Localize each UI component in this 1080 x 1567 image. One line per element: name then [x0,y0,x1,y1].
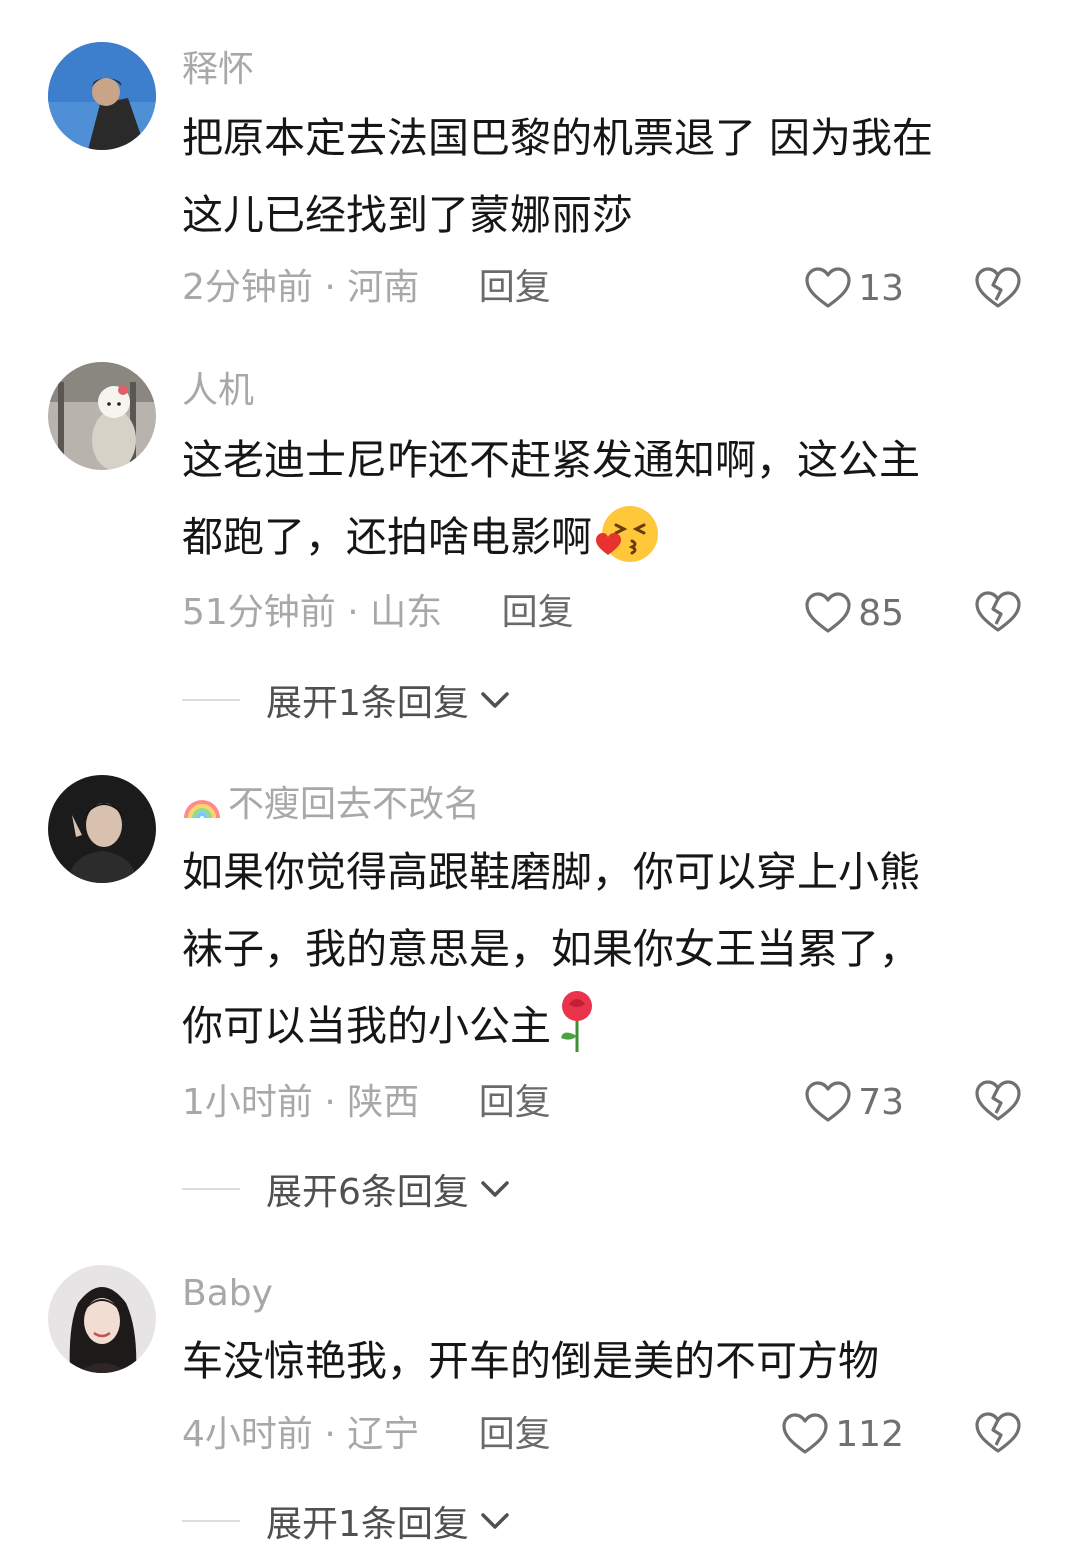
heart-outline-icon [805,267,851,308]
timestamp: 4小时前 [182,1414,313,1455]
like-button[interactable]: 112 [781,1409,904,1459]
dislike-button[interactable] [974,588,1022,636]
like-button[interactable]: 73 [804,1077,904,1127]
username-text: 不瘦回去不改名 [228,784,481,825]
comment-meta: 1小时前 · 陕西 回复 [182,1081,551,1125]
reply-button[interactable]: 回复 [479,1082,551,1123]
username[interactable]: 不瘦回去不改名 [182,782,480,827]
broken-heart-icon [975,267,1021,308]
reply-button[interactable]: 回复 [479,267,551,308]
comment-meta: 2分钟前 · 河南 回复 [182,266,551,310]
chevron-down-icon [481,1513,509,1529]
avatar[interactable] [48,775,156,883]
heart-outline-icon [805,1081,851,1122]
divider [182,1188,240,1190]
rainbow-icon [184,800,220,819]
chevron-down-icon [481,692,509,708]
reply-button[interactable]: 回复 [479,1414,551,1455]
location: 河南 [347,267,420,308]
like-count: 85 [858,592,904,634]
broken-heart-icon [975,1080,1021,1121]
meta-separator: · [312,1082,348,1123]
heart-outline-icon [782,1413,828,1454]
like-button[interactable]: 85 [804,588,904,638]
meta-separator: · [335,592,371,633]
meta-separator: · [312,267,348,308]
timestamp: 2分钟前 [182,267,313,308]
expand-replies-label: 展开6条回复 [266,1172,469,1213]
timestamp: 1小时前 [182,1082,313,1123]
like-count: 73 [858,1081,904,1123]
location: 山东 [370,592,443,633]
avatar[interactable] [48,1265,156,1373]
comment-meta: 4小时前 · 辽宁 回复 [182,1413,551,1457]
avatar[interactable] [48,362,156,470]
chevron-down-icon [481,1181,509,1197]
dislike-button[interactable] [974,264,1022,312]
timestamp: 51分钟前 [182,592,336,633]
dislike-button[interactable] [974,1077,1022,1125]
like-count: 13 [858,267,904,309]
comment-text: 车没惊艳我，开车的倒是美的不可方物 [182,1337,879,1385]
divider [182,1520,240,1522]
broken-heart-icon [975,591,1021,632]
comment-text: 这老迪士尼咋还不赶紧发通知啊，这公主 都跑了，还拍啥电影啊 [182,422,1022,590]
reply-button[interactable]: 回复 [502,592,574,633]
expand-replies-label: 展开1条回复 [266,1504,469,1545]
location: 辽宁 [347,1414,420,1455]
expand-replies-button[interactable]: 展开1条回复 [182,678,511,724]
divider [182,699,240,701]
like-count: 112 [835,1413,904,1455]
expand-replies-button[interactable]: 展开6条回复 [182,1167,511,1213]
broken-heart-icon [975,1412,1021,1453]
avatar[interactable] [48,42,156,150]
expand-replies-button[interactable]: 展开1条回复 [182,1499,511,1545]
comment-text: 如果你觉得高跟鞋磨脚，你可以穿上小熊 袜子，我的意思是，如果你女王当累了， 你可… [182,834,1022,1079]
username[interactable]: 人机 [182,369,254,413]
rose-emoji [553,988,601,1079]
comment-meta: 51分钟前 · 山东 回复 [182,591,574,635]
kiss-face-emoji [594,503,660,590]
heart-outline-icon [805,592,851,633]
comment-text: 把原本定去法国巴黎的机票退了 因为我在 这儿已经找到了蒙娜丽莎 [182,114,934,239]
dislike-button[interactable] [974,1409,1022,1457]
username[interactable]: Baby [182,1272,273,1316]
username[interactable]: 释怀 [182,48,254,92]
expand-replies-label: 展开1条回复 [266,683,469,724]
like-button[interactable]: 13 [804,263,904,313]
location: 陕西 [347,1082,420,1123]
meta-separator: · [312,1414,348,1455]
